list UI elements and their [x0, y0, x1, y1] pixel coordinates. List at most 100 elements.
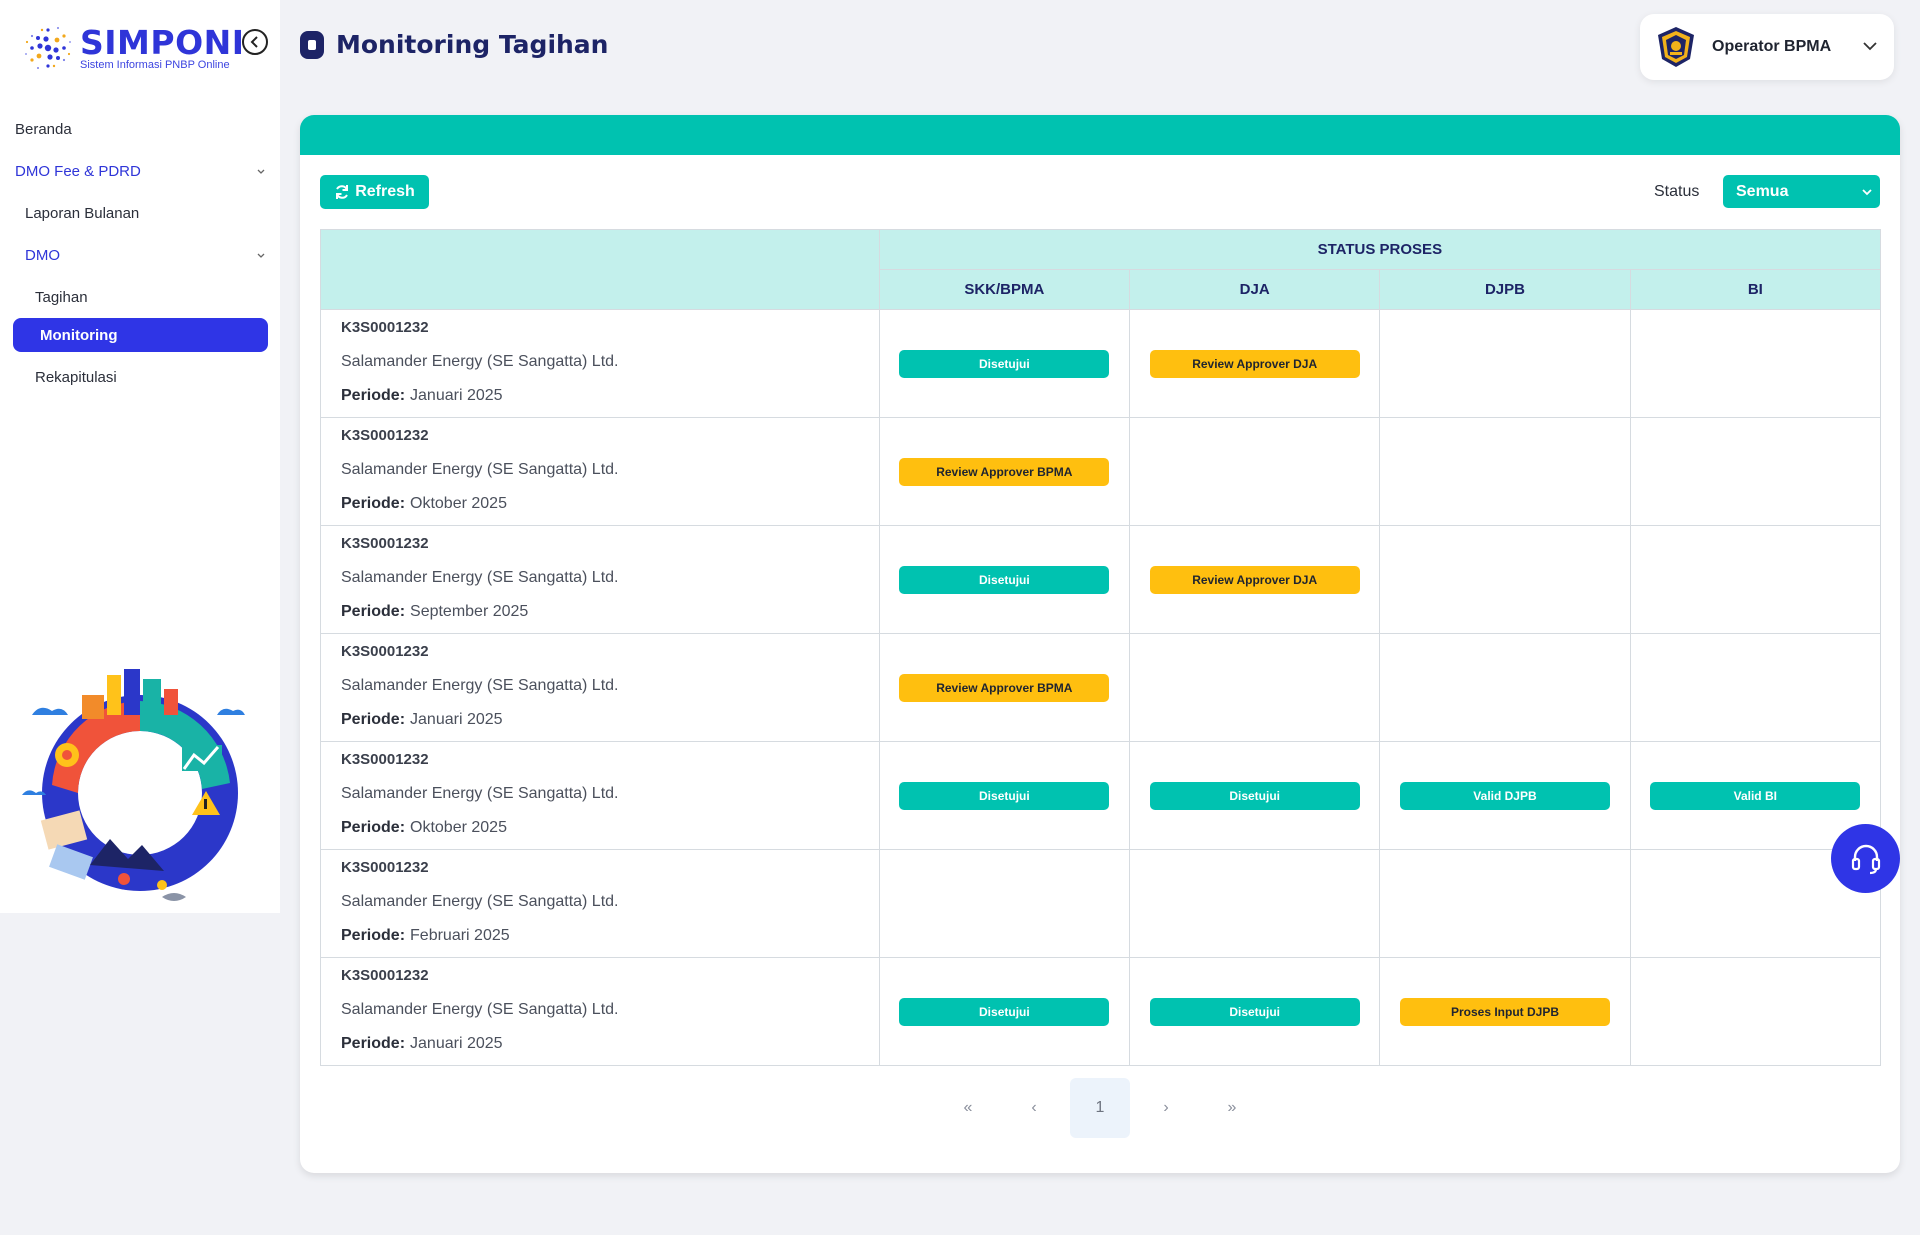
- chevron-down-icon: [1863, 42, 1877, 51]
- headset-icon: [1851, 844, 1880, 874]
- invoice-info-cell: K3S0001232 Salamander Energy (SE Sangatta…: [320, 849, 880, 958]
- period-line: Periode: Oktober 2025: [341, 819, 879, 837]
- sidebar-item-dmo-fee-pdrd[interactable]: DMO Fee & PDRD: [0, 150, 280, 192]
- status-cell: [1129, 633, 1381, 742]
- table-header-blank: [320, 229, 880, 310]
- company-name: Salamander Energy (SE Sangatta) Ltd.: [341, 1001, 619, 1018]
- sidebar-item-label: Monitoring: [40, 326, 118, 344]
- period-label: Periode:: [341, 1035, 406, 1052]
- simponi-logo-icon: [25, 27, 71, 69]
- status-filter-value: Semua: [1736, 182, 1789, 200]
- table-row[interactable]: K3S0001232 Salamander Energy (SE Sangatta…: [320, 957, 1882, 1066]
- app-name: SIMPONI: [80, 23, 245, 62]
- sidebar-menu: Beranda DMO Fee & PDRD Laporan Bulanan D…: [0, 108, 280, 398]
- app-logo[interactable]: SIMPONI Sistem Informasi PNBP Online: [18, 18, 245, 78]
- sidebar-item-tagihan[interactable]: Tagihan: [0, 276, 280, 318]
- sidebar-item-beranda[interactable]: Beranda: [0, 108, 280, 150]
- collapse-sidebar-button[interactable]: [242, 29, 268, 55]
- table-row[interactable]: K3S0001232 Salamander Energy (SE Sangatta…: [320, 849, 1882, 958]
- period-line: Periode: September 2025: [341, 603, 879, 621]
- table-row[interactable]: K3S0001232 Salamander Energy (SE Sangatta…: [320, 417, 1882, 526]
- user-menu[interactable]: Operator BPMA: [1640, 14, 1894, 80]
- status-cell: Disetujui: [878, 741, 1131, 850]
- status-cell: [1629, 633, 1882, 742]
- status-cell: Review Approver BPMA: [878, 633, 1131, 742]
- page-title: Monitoring Tagihan: [336, 30, 609, 59]
- status-badge: Review Approver DJA: [1149, 565, 1360, 594]
- page-button-current[interactable]: 1: [1070, 1078, 1130, 1138]
- period-value: Oktober 2025: [410, 495, 507, 512]
- help-support-button[interactable]: [1831, 824, 1900, 893]
- status-filter-select[interactable]: Semua: [1723, 175, 1880, 208]
- contractor-code: K3S0001232: [341, 751, 429, 768]
- company-name: Salamander Energy (SE Sangatta) Ltd.: [341, 461, 619, 478]
- column-header-dja: DJA: [1129, 269, 1381, 310]
- collapse-sidebar-icon: [250, 36, 258, 48]
- status-cell: Proses Input DJPB: [1379, 957, 1631, 1066]
- kemenkeu-emblem-icon: [1658, 27, 1694, 67]
- table-header-status-proses: STATUS PROSES: [878, 229, 1882, 270]
- sidebar-item-laporan-bulanan[interactable]: Laporan Bulanan: [0, 192, 280, 234]
- sidebar-item-monitoring[interactable]: Monitoring: [13, 318, 268, 352]
- table-row[interactable]: K3S0001232 Salamander Energy (SE Sangatta…: [320, 309, 1882, 418]
- refresh-button[interactable]: Refresh: [320, 175, 429, 209]
- pagination: « ‹ 1 › »: [300, 1078, 1900, 1138]
- status-badge: Disetujui: [899, 781, 1110, 810]
- chevron-down-icon: [1862, 189, 1872, 196]
- period-value: Oktober 2025: [410, 819, 507, 836]
- status-badge: Disetujui: [1149, 997, 1360, 1026]
- next-page-button[interactable]: ›: [1136, 1078, 1196, 1138]
- company-name: Salamander Energy (SE Sangatta) Ltd.: [341, 677, 619, 694]
- prev-page-button[interactable]: ‹: [1004, 1078, 1064, 1138]
- company-name: Salamander Energy (SE Sangatta) Ltd.: [341, 569, 619, 586]
- refresh-icon: [336, 185, 349, 199]
- status-cell: Review Approver DJA: [1129, 525, 1381, 634]
- status-badge: Valid DJPB: [1399, 781, 1610, 810]
- contractor-code: K3S0001232: [341, 427, 429, 444]
- last-page-button[interactable]: »: [1202, 1078, 1262, 1138]
- invoice-info-cell: K3S0001232 Salamander Energy (SE Sangatta…: [320, 741, 880, 850]
- period-label: Periode:: [341, 603, 406, 620]
- status-badge: Review Approver BPMA: [899, 673, 1110, 702]
- table-row[interactable]: K3S0001232 Salamander Energy (SE Sangatta…: [320, 741, 1882, 850]
- monitoring-table: STATUS PROSES SKK/BPMA DJA DJPB BI K3S00…: [320, 229, 1882, 1066]
- status-cell: Disetujui: [878, 957, 1131, 1066]
- user-name: Operator BPMA: [1712, 38, 1832, 55]
- column-header-skk-bpma: SKK/BPMA: [878, 269, 1131, 310]
- sidebar-item-rekapitulasi[interactable]: Rekapitulasi: [0, 356, 280, 398]
- status-cell: Review Approver BPMA: [878, 417, 1131, 526]
- status-cell: [1379, 417, 1631, 526]
- status-cell: [1379, 525, 1631, 634]
- period-label: Periode:: [341, 495, 406, 512]
- status-cell: [1129, 417, 1381, 526]
- economy-illustration: [22, 669, 245, 901]
- sidebar-item-dmo[interactable]: DMO: [0, 234, 280, 276]
- period-value: Januari 2025: [410, 711, 503, 728]
- period-label: Periode:: [341, 927, 406, 944]
- sidebar-item-label: DMO Fee & PDRD: [15, 162, 141, 180]
- chevron-down-icon: [257, 169, 265, 174]
- status-cell: [1379, 309, 1631, 418]
- status-badge: Disetujui: [899, 997, 1110, 1026]
- page-header: Monitoring Tagihan: [300, 30, 608, 59]
- period-line: Periode: Januari 2025: [341, 1035, 879, 1053]
- period-value: Februari 2025: [410, 927, 510, 944]
- refresh-label: Refresh: [355, 183, 415, 200]
- status-cell: [1629, 957, 1882, 1066]
- monitoring-card: Refresh Status Semua STATUS PROSES SKK/B…: [300, 115, 1900, 1173]
- table-row[interactable]: K3S0001232 Salamander Energy (SE Sangatta…: [320, 633, 1882, 742]
- status-badge: Review Approver DJA: [1149, 349, 1360, 378]
- company-name: Salamander Energy (SE Sangatta) Ltd.: [341, 353, 619, 370]
- status-cell: Valid DJPB: [1379, 741, 1631, 850]
- contractor-code: K3S0001232: [341, 967, 429, 984]
- status-badge: Review Approver BPMA: [899, 457, 1110, 486]
- period-line: Periode: Januari 2025: [341, 387, 879, 405]
- status-cell: Disetujui: [878, 525, 1131, 634]
- table-row[interactable]: K3S0001232 Salamander Energy (SE Sangatta…: [320, 525, 1882, 634]
- app-tagline: Sistem Informasi PNBP Online: [80, 59, 230, 71]
- sidebar: SIMPONI Sistem Informasi PNBP Online Ber…: [0, 0, 280, 913]
- card-header-bar: [300, 115, 1900, 155]
- invoice-info-cell: K3S0001232 Salamander Energy (SE Sangatta…: [320, 309, 880, 418]
- toolbar: Refresh Status Semua: [300, 155, 1900, 227]
- first-page-button[interactable]: «: [938, 1078, 998, 1138]
